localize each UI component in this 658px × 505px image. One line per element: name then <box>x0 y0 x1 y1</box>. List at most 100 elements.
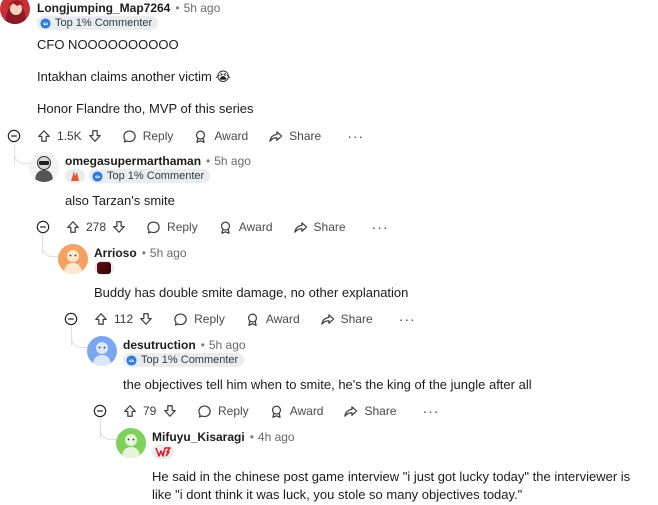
comment-paragraph: Intakhan claims another victim 😭 <box>37 69 231 84</box>
share-icon <box>268 129 283 144</box>
upvote-icon[interactable] <box>66 220 80 234</box>
reply-button[interactable]: Reply <box>122 129 173 144</box>
team-flair <box>94 261 114 275</box>
collapse-icon[interactable] <box>93 404 107 418</box>
timestamp[interactable]: 5h ago <box>150 246 187 260</box>
downvote-icon[interactable] <box>163 404 177 418</box>
reply-button[interactable]: Reply <box>173 312 225 327</box>
share-icon <box>320 312 335 327</box>
user-flair: Top 1% Commenter <box>123 353 245 367</box>
more-options-button[interactable]: ··· <box>423 403 440 419</box>
vote-score: 278 <box>86 220 107 234</box>
award-icon <box>193 129 208 144</box>
comment-body: the objectives tell him when to smite, h… <box>123 376 653 394</box>
team-logo-icon <box>71 171 79 181</box>
avatar[interactable] <box>87 336 117 366</box>
timestamp[interactable]: 5h ago <box>209 338 246 352</box>
author-name[interactable]: Mifuyu_Kisaragi <box>152 430 245 444</box>
comment-paragraph: the objectives tell him when to smite, h… <box>123 377 532 392</box>
reply-icon <box>197 404 212 419</box>
top-commenter-icon <box>126 355 137 366</box>
timestamp[interactable]: 5h ago <box>184 1 221 15</box>
top-commenter-icon <box>40 18 51 29</box>
thread-elbow <box>42 243 58 257</box>
separator-dot: • <box>206 154 211 168</box>
share-label: Share <box>313 220 346 234</box>
avatar[interactable] <box>116 428 146 458</box>
author-name[interactable]: Arrioso <box>94 246 137 260</box>
flair-row: Top 1% Commenter <box>65 168 211 184</box>
more-options-button[interactable]: ··· <box>399 311 416 327</box>
comment-meta: Arrioso • 5h ago <box>94 245 187 261</box>
upvote-icon[interactable] <box>37 129 51 143</box>
comment-paragraph: Buddy has double smite damage, no other … <box>94 285 409 300</box>
comment-body: CFO NOOOOOOOOOO Intakhan claims another … <box>37 36 637 118</box>
flair-row <box>152 444 174 460</box>
author-name[interactable]: omegasupermarthaman <box>65 154 201 168</box>
avatar[interactable] <box>58 244 88 274</box>
share-label: Share <box>364 404 397 418</box>
avatar[interactable] <box>0 0 30 24</box>
separator-dot: • <box>249 430 254 444</box>
comment-body: also Tarzan's smite <box>65 192 645 210</box>
thread-elbow <box>100 426 116 440</box>
comment-paragraph: He said in the chinese post game intervi… <box>152 469 631 502</box>
award-button[interactable]: Award <box>269 404 323 419</box>
reply-icon <box>146 220 161 235</box>
award-label: Award <box>214 129 249 143</box>
separator-dot: • <box>175 1 180 15</box>
vote-group: 278 <box>66 220 126 234</box>
flair-label: Top 1% Commenter <box>55 17 153 29</box>
award-button[interactable]: Award <box>193 129 248 144</box>
share-button[interactable]: Share <box>320 312 373 327</box>
flair-row: Top 1% Commenter <box>37 15 159 31</box>
reply-icon <box>173 312 188 327</box>
upvote-icon[interactable] <box>94 312 108 326</box>
comment-actions: 278 Reply Award Share ··· <box>36 217 389 237</box>
award-button[interactable]: Award <box>245 312 300 327</box>
award-icon <box>269 404 284 419</box>
separator-dot: • <box>200 338 205 352</box>
reply-button[interactable]: Reply <box>146 220 198 235</box>
share-label: Share <box>340 312 373 326</box>
flair-row: Top 1% Commenter <box>123 352 245 368</box>
more-options-button[interactable]: ··· <box>372 219 389 235</box>
comment-actions: 79 Reply Award Share ··· <box>93 401 440 421</box>
vote-score: 1.5K <box>57 129 82 143</box>
downvote-icon[interactable] <box>112 220 126 234</box>
comment-paragraph: Honor Flandre tho, MVP of this series <box>37 101 254 116</box>
award-button[interactable]: Award <box>218 220 273 235</box>
vote-score: 112 <box>114 312 134 326</box>
share-button[interactable]: Share <box>343 404 397 419</box>
collapse-icon[interactable] <box>64 312 78 326</box>
reply-label: Reply <box>194 312 225 326</box>
collapse-icon[interactable] <box>36 220 50 234</box>
comment-body: He said in the chinese post game intervi… <box>152 468 652 504</box>
flair-row <box>94 260 114 276</box>
author-name[interactable]: Longjumping_Map7264 <box>37 1 170 15</box>
comment-meta: Mifuyu_Kisaragi • 4h ago <box>152 429 295 445</box>
vote-group: 112 <box>94 312 153 326</box>
upvote-icon[interactable] <box>123 404 137 418</box>
timestamp[interactable]: 4h ago <box>258 430 295 444</box>
vote-group: 79 <box>123 404 177 418</box>
reply-label: Reply <box>167 220 198 234</box>
timestamp[interactable]: 5h ago <box>214 154 251 168</box>
top-commenter-icon <box>92 171 103 182</box>
thread-elbow <box>14 150 30 164</box>
downvote-icon[interactable] <box>139 312 153 326</box>
share-label: Share <box>289 129 322 143</box>
reply-button[interactable]: Reply <box>197 404 249 419</box>
award-label: Award <box>265 312 300 326</box>
author-name[interactable]: desutruction <box>123 338 196 352</box>
avatar[interactable] <box>29 152 59 182</box>
comment-meta: desutruction • 5h ago <box>123 337 246 353</box>
flair-label: Top 1% Commenter <box>107 170 205 182</box>
comment-meta: Longjumping_Map7264 • 5h ago <box>37 0 220 16</box>
share-button[interactable]: Share <box>268 129 321 144</box>
more-options-button[interactable]: ··· <box>347 128 364 144</box>
comment-actions: 1.5K Reply Award Share ··· <box>7 126 364 146</box>
collapse-icon[interactable] <box>7 129 21 143</box>
downvote-icon[interactable] <box>88 129 102 143</box>
share-button[interactable]: Share <box>293 220 346 235</box>
